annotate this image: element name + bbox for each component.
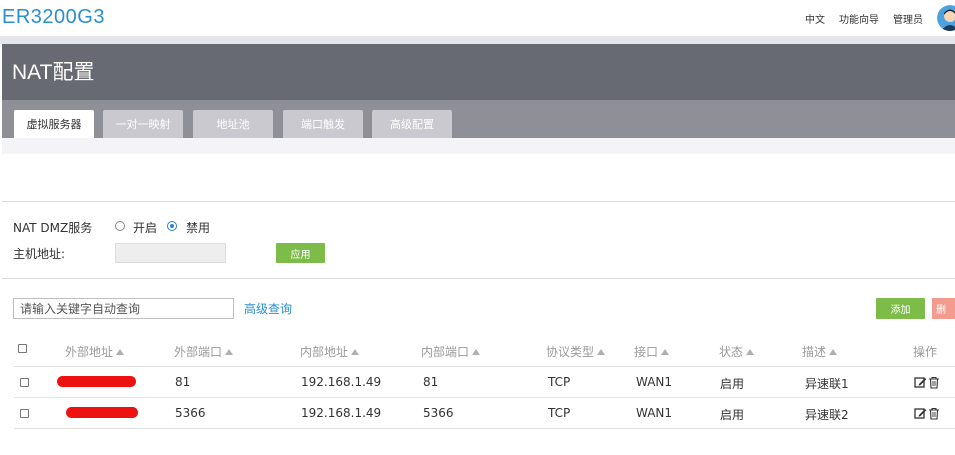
select-all-checkbox[interactable] (18, 344, 27, 353)
user-avatar-icon[interactable] (937, 5, 955, 31)
sort-icon (746, 349, 755, 355)
tab-virtual-server[interactable]: 虚拟服务器 (14, 110, 94, 138)
sort-icon (829, 349, 838, 355)
row-checkbox[interactable] (20, 409, 29, 418)
language-link[interactable]: 中文 (805, 11, 825, 26)
tab-bar: 虚拟服务器 一对一映射 地址池 端口触发 高级配置 (2, 100, 955, 138)
page-header: NAT配置 (2, 44, 955, 100)
delete-icon[interactable] (928, 376, 940, 392)
description-cell: 异速联1 (805, 377, 849, 391)
internal-address-cell: 192.168.1.49 (301, 406, 382, 420)
row-actions (914, 407, 940, 423)
advanced-query-link[interactable]: 高级查询 (244, 300, 292, 317)
row-actions (914, 376, 940, 392)
search-input[interactable]: 请输入关键字自动查询 (13, 298, 234, 319)
brand-logo: ER3200G3 (2, 6, 105, 28)
interface-cell: WAN1 (636, 375, 673, 389)
delete-button[interactable]: 删 (932, 298, 955, 319)
external-port-cell: 5366 (175, 406, 206, 420)
section-divider (2, 201, 955, 202)
internal-port-cell: 5366 (423, 406, 454, 420)
dmz-off-label: 禁用 (186, 221, 211, 235)
protocol-cell: TCP (548, 375, 571, 389)
interface-cell: WAN1 (636, 406, 673, 420)
internal-address-cell: 192.168.1.49 (301, 375, 382, 389)
redaction-mark (66, 407, 138, 418)
column-header-internal-port[interactable]: 内部端口 (421, 343, 481, 360)
column-header-description[interactable]: 描述 (802, 343, 838, 360)
admin-link[interactable]: 管理员 (893, 11, 923, 26)
sort-icon (472, 349, 481, 355)
sort-icon (661, 349, 670, 355)
dmz-off-radio[interactable] (167, 221, 177, 231)
dmz-label: NAT DMZ服务 (13, 221, 93, 235)
sort-icon (116, 349, 125, 355)
edit-icon[interactable] (914, 376, 927, 392)
top-separator (0, 36, 955, 44)
description-cell: 异速联2 (805, 408, 849, 422)
tab-one-to-one-mapping[interactable]: 一对一映射 (103, 110, 183, 138)
tab-address-pool[interactable]: 地址池 (193, 110, 273, 138)
host-address-label: 主机地址: (13, 247, 66, 261)
protocol-cell: TCP (548, 406, 571, 420)
sort-icon (597, 349, 606, 355)
column-header-interface[interactable]: 接口 (634, 343, 670, 360)
table-row-divider (14, 428, 955, 429)
page-title: NAT配置 (12, 61, 95, 84)
table-row-divider (14, 397, 955, 398)
row-checkbox[interactable] (20, 378, 29, 387)
redaction-mark (57, 376, 136, 387)
dmz-on-label: 开启 (133, 221, 158, 235)
sort-icon (225, 349, 234, 355)
tab-content-top (2, 138, 955, 154)
status-cell: 启用 (720, 408, 745, 422)
tab-advanced-config[interactable]: 高级配置 (372, 110, 452, 138)
tab-port-trigger[interactable]: 端口触发 (283, 110, 363, 138)
column-header-external-port[interactable]: 外部端口 (174, 343, 234, 360)
host-address-input[interactable] (115, 243, 226, 263)
section-divider (2, 278, 955, 279)
column-header-external-address[interactable]: 外部地址 (65, 343, 125, 360)
column-header-protocol[interactable]: 协议类型 (546, 343, 606, 360)
internal-port-cell: 81 (423, 375, 439, 389)
sort-icon (351, 349, 360, 355)
column-header-internal-address[interactable]: 内部地址 (300, 343, 360, 360)
table-row-divider (14, 366, 955, 367)
column-header-status[interactable]: 状态 (719, 343, 755, 360)
delete-icon[interactable] (928, 407, 940, 423)
dmz-on-radio[interactable] (115, 221, 125, 231)
edit-icon[interactable] (914, 407, 927, 423)
apply-button[interactable]: 应用 (276, 243, 325, 263)
add-button[interactable]: 添加 (876, 298, 925, 319)
top-bar: ER3200G3 中文 功能向导 管理员 (0, 0, 955, 36)
wizard-link[interactable]: 功能向导 (839, 11, 879, 26)
top-right-menu: 中文 功能向导 管理员 (805, 4, 955, 32)
external-port-cell: 81 (175, 375, 191, 389)
column-header-actions: 操作 (913, 345, 938, 359)
status-cell: 启用 (720, 377, 745, 391)
